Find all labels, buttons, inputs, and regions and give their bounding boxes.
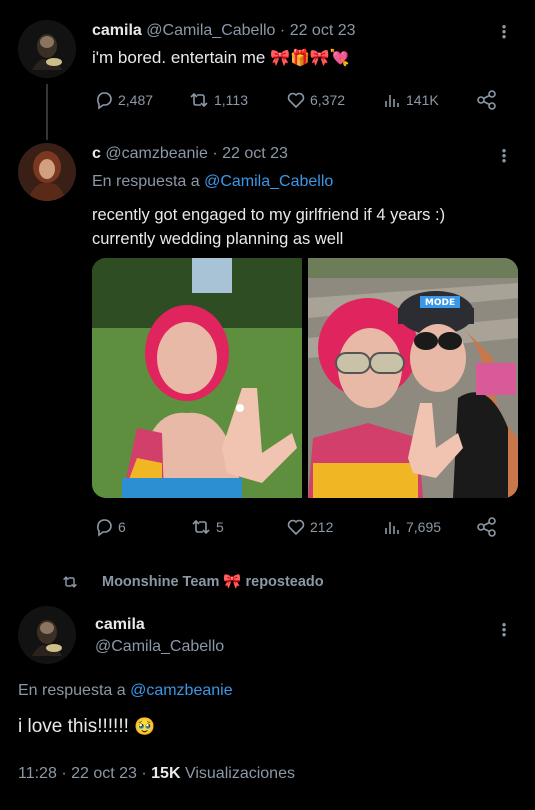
tweet-date[interactable]: 22 oct 23 (222, 145, 288, 162)
handle[interactable]: @Camila_Cabello (95, 636, 224, 658)
more-icon[interactable]: • • • (500, 20, 508, 43)
tweet-meta: 11:28 · 22 oct 23 · 15K Visualizaciones (18, 765, 295, 783)
share-button[interactable] (476, 517, 498, 537)
reply-count: 6 (118, 519, 126, 535)
views-button[interactable]: 7,695 (382, 517, 441, 537)
reply-prefix: En respuesta a (92, 173, 200, 190)
tweet-text: recently got engaged to my girlfriend if… (92, 203, 445, 251)
reply-icon (97, 92, 112, 110)
retweet-icon (190, 92, 208, 108)
retweet-count: 5 (216, 519, 224, 535)
avatar-camzbeanie[interactable] (18, 143, 76, 201)
share-icon (477, 517, 496, 537)
tweet-text: i love this!!!!!! 🥹 (18, 716, 155, 738)
reply-button[interactable]: 2,487 (94, 90, 153, 110)
repost-emoji: 🎀 (223, 574, 242, 590)
avatar-camila[interactable] (18, 20, 76, 78)
reply-context: En respuesta a @Camila_Cabello (92, 173, 333, 191)
avatar-image (18, 143, 76, 201)
display-name[interactable]: camila (95, 614, 224, 636)
share-button[interactable] (476, 90, 498, 110)
photo-left[interactable] (92, 258, 302, 498)
emoji-sequence: 🎀🎁🎀💘 (270, 50, 350, 67)
handle[interactable]: @Camila_Cabello (146, 22, 275, 39)
reply-count: 2,487 (118, 92, 154, 108)
views-icon (385, 522, 399, 534)
view-count: 7,695 (406, 519, 442, 535)
reply-to-link[interactable]: @camzbeanie (130, 682, 233, 699)
separator: · (141, 765, 147, 782)
hat-label: MODE (425, 298, 455, 308)
emoji: 🥹 (134, 717, 156, 736)
photo-couple-image: MODE (308, 258, 518, 498)
separator: · (61, 765, 67, 782)
view-count: 141K (406, 92, 439, 108)
views-icon (385, 95, 399, 107)
tweet-header: c @camzbeanie · 22 oct 23 (92, 145, 288, 163)
retweet-icon (192, 519, 210, 535)
repost-account[interactable]: Moonshine Team (102, 574, 219, 590)
views-count: 15K (151, 765, 181, 782)
tweet-body-line: recently got engaged to my girlfriend if… (92, 206, 446, 224)
reply-to-link[interactable]: @Camila_Cabello (204, 173, 333, 190)
author-block: camila @Camila_Cabello (95, 614, 224, 658)
share-icon (477, 90, 496, 110)
retweet-icon (63, 575, 77, 588)
separator: · (212, 145, 218, 162)
display-name[interactable]: c (92, 145, 101, 162)
heart-icon (287, 519, 305, 536)
retweet-button[interactable]: 1,113 (188, 90, 248, 110)
repost-suffix: reposteado (245, 574, 324, 590)
more-icon[interactable]: • • • (500, 618, 508, 641)
repost-banner[interactable]: Moonshine Team 🎀 reposteado (60, 573, 324, 590)
reply-prefix: En respuesta a (18, 682, 126, 699)
tweet-header: camila @Camila_Cabello · 22 oct 23 (92, 22, 356, 40)
photo-right[interactable]: MODE (308, 258, 518, 498)
photo-grid: MODE (92, 258, 518, 498)
views-button[interactable]: 141K (382, 90, 439, 110)
reply-icon (97, 519, 112, 537)
more-icon[interactable]: • • • (500, 144, 508, 167)
separator: · (279, 22, 286, 39)
thread-line (46, 84, 48, 140)
display-name[interactable]: camila (92, 22, 142, 39)
like-button[interactable]: 6,372 (286, 90, 345, 110)
like-count: 6,372 (310, 92, 346, 108)
reply-button[interactable]: 6 (94, 517, 126, 537)
reply-context: En respuesta a @camzbeanie (18, 682, 233, 700)
tweet-body: i love this!!!!!! (18, 716, 129, 737)
tweet-body-line: currently wedding planning as well (92, 230, 344, 248)
tweet-text: i'm bored. entertain me 🎀🎁🎀💘 (92, 48, 350, 68)
tweet-date[interactable]: 22 oct 23 (71, 765, 137, 782)
avatar-image (18, 606, 76, 664)
heart-icon (287, 92, 305, 109)
tweet-time[interactable]: 11:28 (18, 765, 57, 782)
photo-ring-image (92, 258, 302, 498)
retweet-count: 1,113 (214, 92, 248, 108)
views-label: Visualizaciones (184, 765, 295, 782)
handle[interactable]: @camzbeanie (105, 145, 208, 162)
like-count: 212 (310, 519, 334, 535)
like-button[interactable]: 212 (286, 517, 333, 537)
avatar-camila[interactable] (18, 606, 76, 664)
avatar-image (18, 20, 76, 78)
tweet-date[interactable]: 22 oct 23 (290, 22, 356, 39)
tweet-body: i'm bored. entertain me (92, 48, 266, 67)
retweet-button[interactable]: 5 (190, 517, 224, 537)
